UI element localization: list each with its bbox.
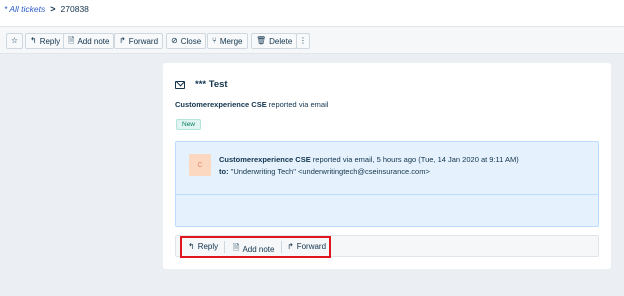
ticket-toolbar: ☆ ↰ Reply 🗎 Add note ↱ Forward ⊘ Close ⑂… xyxy=(0,26,624,54)
forward-button[interactable]: ↱ Forward xyxy=(114,33,164,49)
message-divider xyxy=(176,194,598,195)
forward-icon: ↱ xyxy=(119,36,126,45)
reply-action-label: Reply xyxy=(197,242,219,251)
close-icon: ⊘ xyxy=(171,36,178,45)
all-tickets-link[interactable]: * All tickets xyxy=(4,4,45,14)
reporter-via: reported via email xyxy=(268,100,329,109)
delete-label: Delete xyxy=(269,36,293,46)
to-label: to: xyxy=(219,167,229,176)
sender-name[interactable]: Customerexperience CSE xyxy=(219,155,311,164)
add-note-action-label: Add note xyxy=(242,244,275,254)
divider xyxy=(281,241,282,253)
reply-button[interactable]: ↰ Reply xyxy=(25,33,66,49)
reply-action-bar: ↰ Reply 🗎 Add note ↱ Forward xyxy=(175,235,599,258)
more-button[interactable]: ⋮ xyxy=(296,33,310,49)
avatar: C xyxy=(189,154,211,176)
note-icon: 🗎 xyxy=(233,243,240,252)
more-icon: ⋮ xyxy=(299,36,307,45)
trash-icon: 🗑 xyxy=(256,36,267,45)
reply-label: Reply xyxy=(39,36,61,46)
message-recipient: to: "Underwriting Tech" <underwritingtec… xyxy=(219,167,430,176)
ticket-id: 270838 xyxy=(60,4,89,14)
ticket-subject: *** Test xyxy=(195,79,228,90)
ticket-card: *** Test Customerexperience CSE reported… xyxy=(163,63,611,269)
reply-icon: ↰ xyxy=(30,36,37,45)
reply-action-button[interactable]: ↰ Reply xyxy=(188,242,218,251)
divider xyxy=(224,241,225,253)
add-note-label: Add note xyxy=(77,36,110,46)
delete-button[interactable]: 🗑 Delete xyxy=(251,33,298,49)
message-header: Customerexperience CSE reported via emai… xyxy=(219,155,519,164)
merge-button[interactable]: ⑂ Merge xyxy=(207,33,248,49)
forward-action-label: Forward xyxy=(296,242,327,251)
note-icon: 🗎 xyxy=(68,36,75,45)
add-note-action-button[interactable]: 🗎 Add note xyxy=(233,242,274,256)
add-note-button[interactable]: 🗎 Add note xyxy=(63,33,115,49)
close-button[interactable]: ⊘ Close xyxy=(166,33,207,49)
message-meta: reported via email, 5 hours ago (Tue, 14… xyxy=(312,155,519,164)
star-icon: ☆ xyxy=(10,36,19,45)
reply-icon: ↰ xyxy=(188,242,195,251)
forward-action-button[interactable]: ↱ Forward xyxy=(287,242,326,251)
merge-label: Merge xyxy=(219,36,243,46)
avatar-initial: C xyxy=(197,161,203,169)
star-button[interactable]: ☆ xyxy=(6,33,23,49)
reporter-name[interactable]: Customerexperience CSE xyxy=(175,100,267,109)
forward-icon: ↱ xyxy=(287,242,294,251)
forward-label: Forward xyxy=(128,36,159,46)
status-badge: New xyxy=(176,119,202,130)
merge-icon: ⑂ xyxy=(212,36,217,45)
conversation-message: C Customerexperience CSE reported via em… xyxy=(175,141,599,227)
breadcrumb-separator: > xyxy=(50,4,56,14)
envelope-icon xyxy=(175,81,185,89)
top-bar: * All tickets > 270838 xyxy=(0,0,624,26)
close-label: Close xyxy=(180,36,202,46)
to-value: "Underwriting Tech" <underwritingtech@cs… xyxy=(230,167,430,176)
ticket-reporter: Customerexperience CSE reported via emai… xyxy=(175,100,328,109)
breadcrumb: * All tickets > 270838 xyxy=(4,4,89,14)
